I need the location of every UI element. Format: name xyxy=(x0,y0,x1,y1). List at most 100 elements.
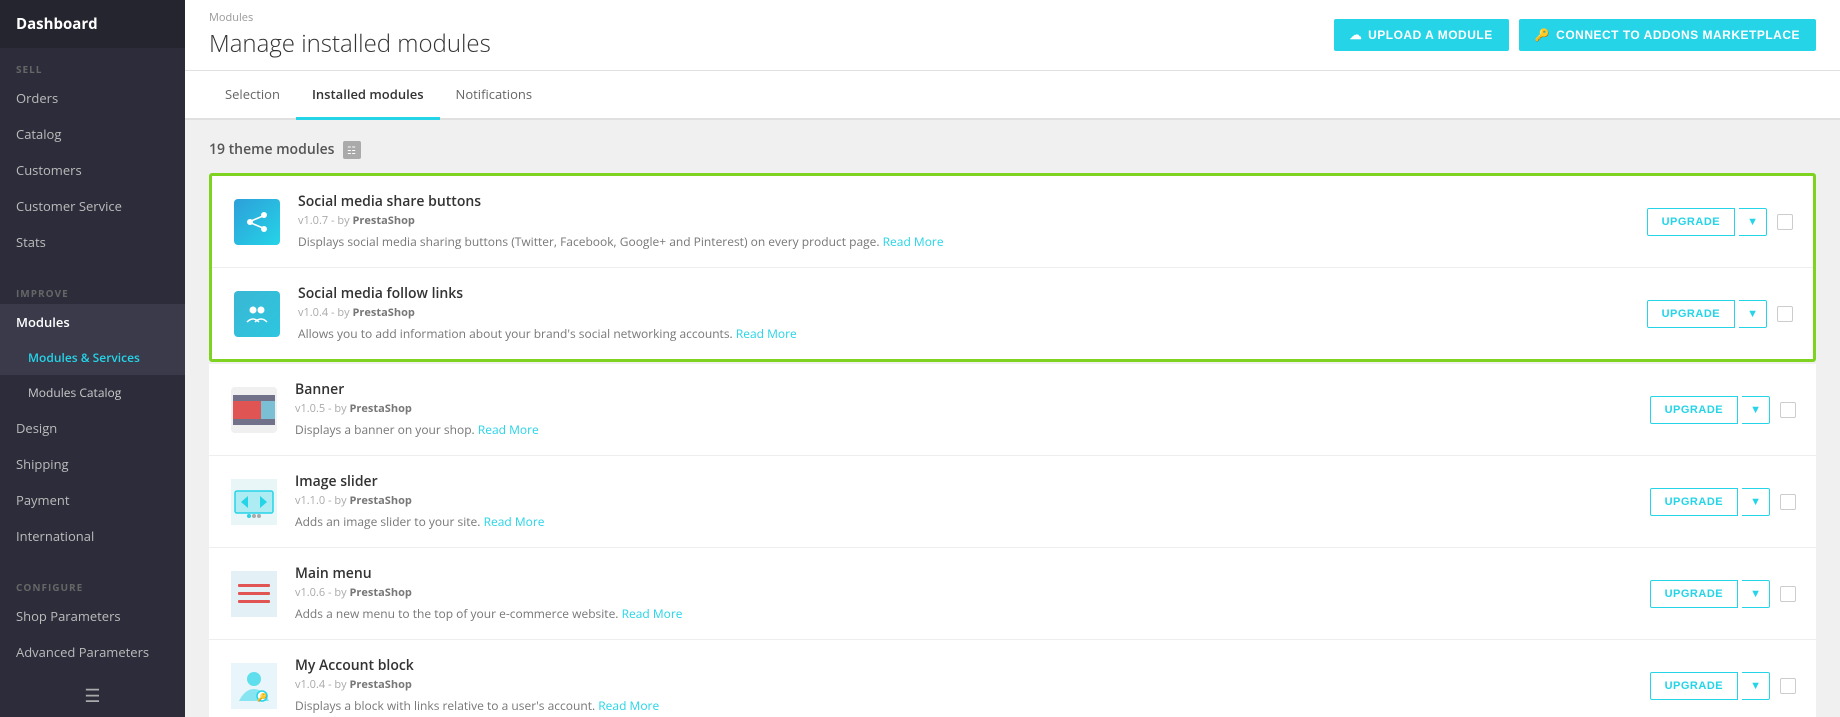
module-row: 🔑 My Account block v1.0.4 - by PrestaSho… xyxy=(209,640,1816,717)
module-icon-account: 🔑 xyxy=(229,661,279,711)
tab-notifications[interactable]: Notifications xyxy=(440,71,549,120)
sell-section-label: SELL xyxy=(0,48,185,80)
module-info: My Account block v1.0.4 - by PrestaShop … xyxy=(295,656,1634,715)
upgrade-button[interactable]: UPGRADE xyxy=(1650,396,1739,424)
upgrade-button[interactable]: UPGRADE xyxy=(1650,580,1739,608)
sidebar-item-customers[interactable]: Customers xyxy=(0,152,185,188)
breadcrumb-area: Modules Manage installed modules xyxy=(209,10,491,60)
upload-module-button[interactable]: ☁ UPLOAD A MODULE xyxy=(1334,19,1509,51)
module-info: Social media share buttons v1.0.7 - by P… xyxy=(298,192,1631,251)
read-more-link[interactable]: Read More xyxy=(622,605,683,622)
module-actions: UPGRADE ▼ xyxy=(1650,672,1796,700)
tabs-bar: Selection Installed modules Notification… xyxy=(185,71,1840,120)
sidebar-item-advanced-parameters[interactable]: Advanced Parameters xyxy=(0,634,185,670)
sidebar-item-stats[interactable]: Stats xyxy=(0,224,185,260)
module-version: v1.1.0 - by PrestaShop xyxy=(295,493,1634,508)
grid-icon[interactable]: ☷ xyxy=(343,141,361,159)
account-icon: 🔑 xyxy=(231,663,277,709)
module-icon-social-share xyxy=(232,197,282,247)
breadcrumb: Modules xyxy=(209,10,491,25)
tab-installed-modules[interactable]: Installed modules xyxy=(296,71,440,120)
sidebar-item-customer-service[interactable]: Customer Service xyxy=(0,188,185,224)
module-actions: UPGRADE ▼ xyxy=(1650,580,1796,608)
module-row: Image slider v1.1.0 - by PrestaShop Adds… xyxy=(209,456,1816,548)
read-more-link[interactable]: Read More xyxy=(484,513,545,530)
sidebar-item-orders[interactable]: Orders xyxy=(0,80,185,116)
sidebar-item-design[interactable]: Design xyxy=(0,410,185,446)
sidebar-item-modules-services[interactable]: Modules & Services xyxy=(0,340,185,375)
module-description: Displays a block with links relative to … xyxy=(295,697,1634,715)
module-checkbox[interactable] xyxy=(1780,678,1796,694)
sidebar-item-shop-parameters[interactable]: Shop Parameters xyxy=(0,598,185,634)
module-row: Main menu v1.0.6 - by PrestaShop Adds a … xyxy=(209,548,1816,640)
sidebar-item-modules[interactable]: Modules xyxy=(0,304,185,340)
module-icon-social-follow xyxy=(232,289,282,339)
social-follow-icon xyxy=(234,291,280,337)
cloud-upload-icon: ☁ xyxy=(1350,28,1363,42)
upload-button-label: UPLOAD A MODULE xyxy=(1368,28,1493,42)
module-version: v1.0.7 - by PrestaShop xyxy=(298,213,1631,228)
upgrade-button[interactable]: UPGRADE xyxy=(1650,488,1739,516)
dashboard-link[interactable]: Dashboard xyxy=(16,14,98,34)
tab-selection[interactable]: Selection xyxy=(209,71,296,120)
sidebar-item-modules-catalog[interactable]: Modules Catalog xyxy=(0,375,185,410)
sidebar-item-catalog[interactable]: Catalog xyxy=(0,116,185,152)
upgrade-dropdown-button[interactable]: ▼ xyxy=(1742,488,1770,516)
module-checkbox[interactable] xyxy=(1777,214,1793,230)
module-version: v1.0.4 - by PrestaShop xyxy=(298,305,1631,320)
module-icon-banner xyxy=(229,385,279,435)
module-info: Social media follow links v1.0.4 - by Pr… xyxy=(298,284,1631,343)
main-area: Modules Manage installed modules ☁ UPLOA… xyxy=(185,0,1840,717)
module-checkbox[interactable] xyxy=(1777,306,1793,322)
upgrade-button[interactable]: UPGRADE xyxy=(1647,300,1736,328)
hamburger-icon[interactable]: ☰ xyxy=(84,684,100,708)
upgrade-dropdown-button[interactable]: ▼ xyxy=(1742,580,1770,608)
module-author: PrestaShop xyxy=(353,305,415,320)
upgrade-button[interactable]: UPGRADE xyxy=(1647,208,1736,236)
module-author: PrestaShop xyxy=(353,213,415,228)
module-checkbox[interactable] xyxy=(1780,586,1796,602)
sidebar: Dashboard SELL Orders Catalog Customers … xyxy=(0,0,185,717)
module-actions: UPGRADE ▼ xyxy=(1650,488,1796,516)
module-author: PrestaShop xyxy=(350,401,412,416)
module-icon-menu xyxy=(229,569,279,619)
read-more-link[interactable]: Read More xyxy=(883,233,944,250)
upgrade-dropdown-button[interactable]: ▼ xyxy=(1742,672,1770,700)
menu-icon xyxy=(231,571,277,617)
header-buttons: ☁ UPLOAD A MODULE 🔑 CONNECT TO ADDONS MA… xyxy=(1334,19,1816,51)
module-version: v1.0.6 - by PrestaShop xyxy=(295,585,1634,600)
social-share-icon xyxy=(234,199,280,245)
highlighted-module-group: Social media share buttons v1.0.7 - by P… xyxy=(209,173,1816,362)
module-checkbox[interactable] xyxy=(1780,402,1796,418)
upgrade-button[interactable]: UPGRADE xyxy=(1650,672,1739,700)
module-row: Banner v1.0.5 - by PrestaShop Displays a… xyxy=(209,364,1816,456)
key-icon: 🔑 xyxy=(1535,28,1550,42)
module-row: Social media share buttons v1.0.7 - by P… xyxy=(212,176,1813,268)
module-name: Social media share buttons xyxy=(298,192,1631,211)
upgrade-dropdown-button[interactable]: ▼ xyxy=(1742,396,1770,424)
upgrade-dropdown-button[interactable]: ▼ xyxy=(1739,300,1767,328)
connect-button-label: CONNECT TO ADDONS MARKETPLACE xyxy=(1556,28,1800,42)
read-more-link[interactable]: Read More xyxy=(478,421,539,438)
top-header: Modules Manage installed modules ☁ UPLOA… xyxy=(185,0,1840,71)
svg-text:🔑: 🔑 xyxy=(257,692,267,703)
connect-addons-button[interactable]: 🔑 CONNECT TO ADDONS MARKETPLACE xyxy=(1519,19,1816,51)
module-actions: UPGRADE ▼ xyxy=(1647,300,1793,328)
module-author: PrestaShop xyxy=(350,585,412,600)
improve-section-label: IMPROVE xyxy=(0,272,185,304)
sidebar-logo: Dashboard xyxy=(0,0,185,48)
sidebar-item-international[interactable]: International xyxy=(0,518,185,554)
upgrade-dropdown-button[interactable]: ▼ xyxy=(1739,208,1767,236)
module-checkbox[interactable] xyxy=(1780,494,1796,510)
read-more-link[interactable]: Read More xyxy=(736,325,797,342)
sidebar-item-payment[interactable]: Payment xyxy=(0,482,185,518)
module-row: Social media follow links v1.0.4 - by Pr… xyxy=(212,268,1813,359)
module-name: Image slider xyxy=(295,472,1634,491)
module-name: Social media follow links xyxy=(298,284,1631,303)
section-title: 19 theme modules xyxy=(209,140,335,159)
module-info: Image slider v1.1.0 - by PrestaShop Adds… xyxy=(295,472,1634,531)
normal-module-group: Banner v1.0.5 - by PrestaShop Displays a… xyxy=(209,364,1816,717)
sidebar-item-shipping[interactable]: Shipping xyxy=(0,446,185,482)
read-more-link[interactable]: Read More xyxy=(598,697,659,714)
slider-icon xyxy=(231,479,277,525)
